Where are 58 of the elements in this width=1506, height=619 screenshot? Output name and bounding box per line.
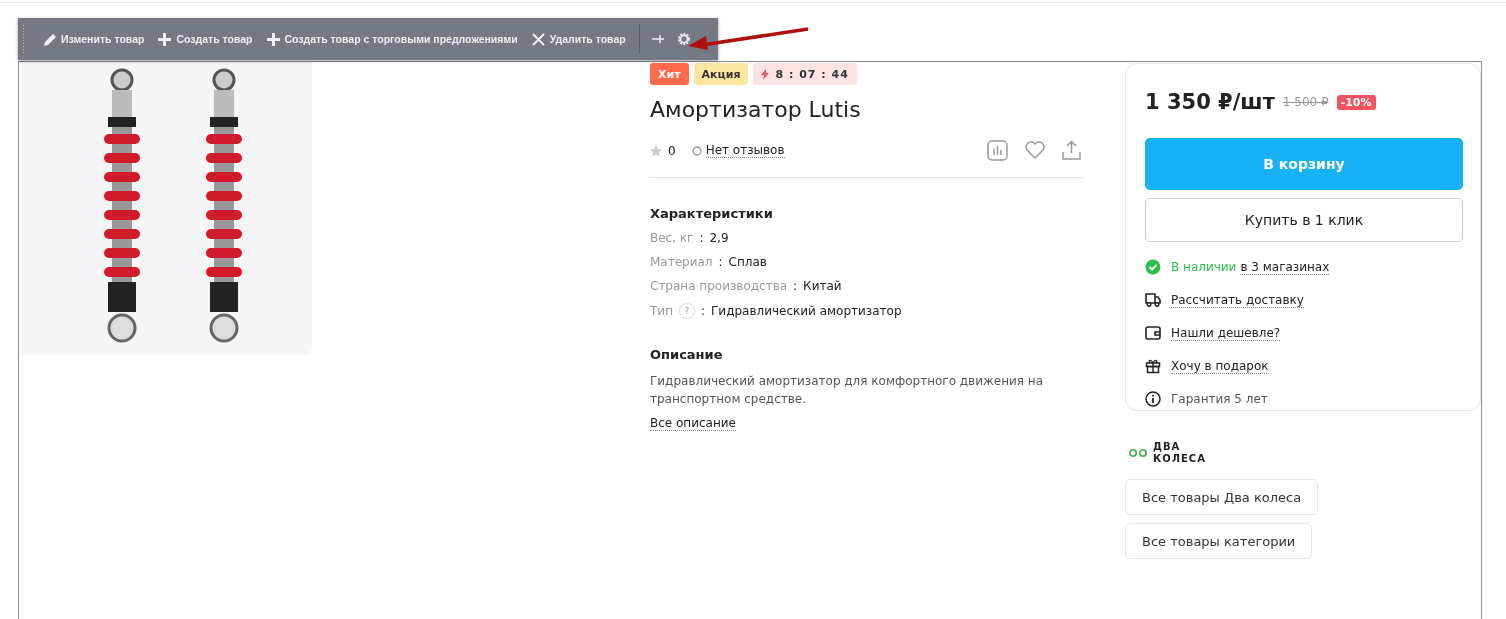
toolbar-button[interactable]: Изменить товар [36, 27, 152, 51]
chart-icon[interactable] [987, 140, 1008, 161]
wallet-icon [1145, 325, 1161, 341]
description-link[interactable]: Все описание [650, 416, 736, 431]
info-icon [1145, 391, 1161, 407]
info-link[interactable]: Нашли дешевле? [1171, 325, 1281, 341]
spec-label: Страна производства [650, 279, 788, 293]
info-link[interactable]: Рассчитать доставку [1171, 292, 1304, 308]
speech-bubble-icon [691, 145, 702, 156]
spec-separator: : [701, 304, 706, 318]
stores-link[interactable]: в 3 магазинах [1240, 259, 1330, 275]
stock-status: В наличии [1171, 259, 1237, 275]
product-title: Амортизатор Lutis [650, 97, 862, 122]
heart-icon[interactable] [1024, 140, 1046, 160]
toolbar-button[interactable]: Удалить товар [524, 27, 633, 51]
two-rings-icon [1129, 449, 1149, 457]
star-icon [650, 144, 662, 157]
pin-icon[interactable] [651, 34, 664, 44]
settings-icon[interactable] [675, 31, 692, 47]
check-circle-icon [1145, 259, 1161, 275]
reviews-link[interactable]: Нет отзывов [705, 143, 785, 158]
close-icon [531, 32, 545, 46]
section-heading: Описание [650, 347, 724, 362]
spec-label: Тип [650, 304, 673, 318]
pencil-icon [43, 32, 56, 46]
info-link[interactable]: Хочу в подарок [1171, 358, 1269, 374]
toolbar-button[interactable]: Создать товар с торговыми предложениями [259, 27, 525, 51]
brand-logo-text: ДВА КОЛЕСА [1153, 441, 1206, 465]
plus-icon [158, 32, 172, 46]
rating-count: 0 [668, 143, 676, 158]
share-icon[interactable] [1062, 140, 1081, 160]
spec-value: Сплав [728, 255, 767, 269]
product-badge: Акция [693, 63, 749, 85]
gift-icon [1145, 358, 1161, 374]
spec-value: 2,9 [709, 231, 729, 245]
discount-badge: -10% [1336, 94, 1376, 110]
one-click-buy-button[interactable]: Купить в 1 клик [1145, 198, 1463, 242]
spec-separator: : [793, 279, 798, 293]
spec-label: Вес, кг [650, 231, 694, 245]
drag-handle[interactable] [22, 24, 26, 54]
price: 1 350 ₽/шт [1145, 90, 1275, 114]
spec-value: Гидравлический амортизатор [711, 304, 902, 318]
old-price: 1 500 ₽ [1282, 95, 1329, 109]
spec-separator: : [718, 255, 723, 269]
truck-icon [1145, 292, 1161, 308]
brand-link-button[interactable]: Все товары Два колеса [1125, 479, 1319, 515]
description-text: Гидравлический амортизатор для комфортного движения на транспортном средстве. [650, 373, 1045, 408]
brand-link-button[interactable]: Все товары категории [1125, 523, 1313, 559]
spec-separator: : [699, 231, 704, 245]
section-heading: Характеристики [650, 206, 774, 221]
spec-value: Китай [803, 279, 842, 293]
timer-text: 8 : 07 : 44 [775, 67, 849, 81]
plus-icon [266, 32, 280, 46]
lightning-icon [761, 68, 770, 80]
product-badge: Хит [650, 63, 689, 85]
warranty-text: Гарантия 5 лет [1171, 392, 1268, 406]
spec-label: Материал [650, 255, 713, 269]
toolbar-button[interactable]: Создать товар [151, 27, 260, 51]
